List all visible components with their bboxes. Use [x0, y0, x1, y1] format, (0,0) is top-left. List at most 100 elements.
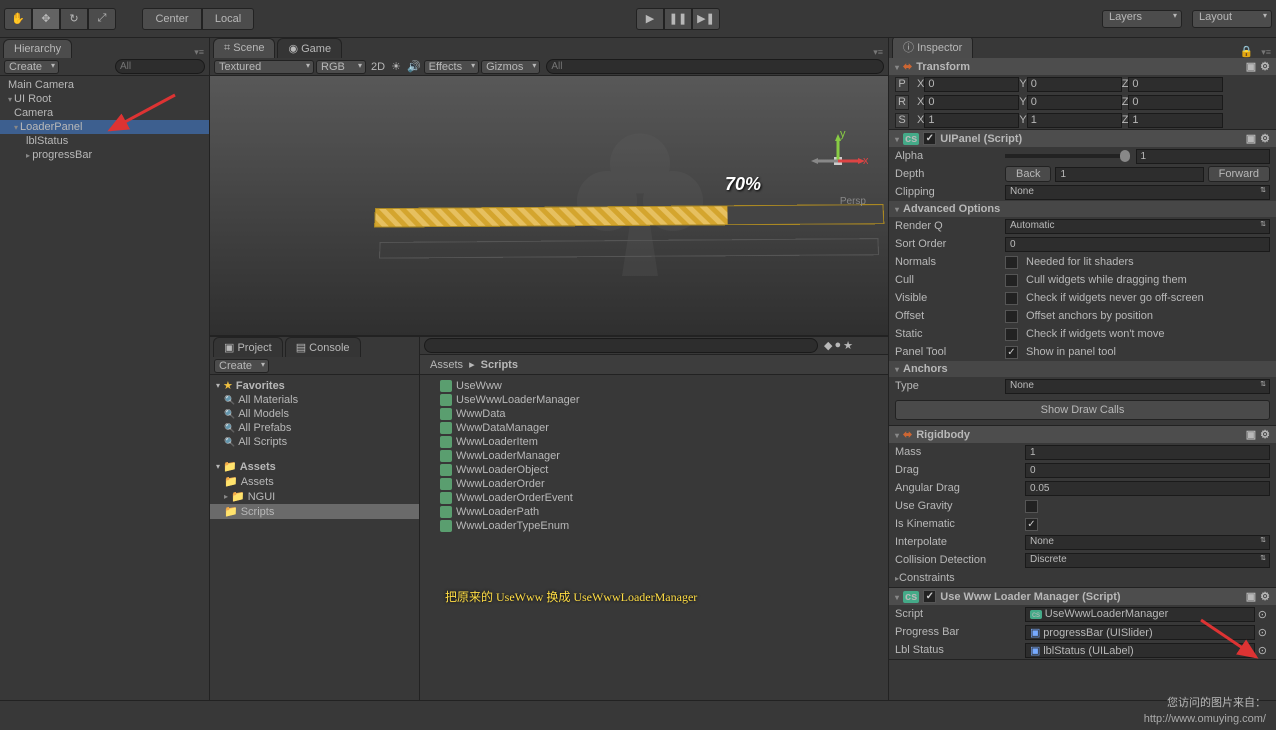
- hierarchy-item[interactable]: Camera: [0, 106, 209, 120]
- gravity-checkbox[interactable]: [1025, 500, 1038, 513]
- favorite-item[interactable]: 🔍All Scripts: [210, 435, 419, 449]
- console-tab[interactable]: ▤ Console: [285, 337, 361, 357]
- mass-field[interactable]: [1025, 445, 1270, 460]
- scale-tool[interactable]: ⤢: [88, 8, 116, 30]
- breadcrumb-current[interactable]: Scripts: [481, 359, 518, 371]
- scl-z[interactable]: [1128, 113, 1223, 128]
- help-icon[interactable]: ▣: [1246, 428, 1256, 441]
- angdrag-field[interactable]: [1025, 481, 1270, 496]
- advanced-header[interactable]: Advanced Options: [889, 201, 1276, 217]
- inspector-tab[interactable]: ⓘ Inspector: [892, 38, 973, 58]
- scl-y[interactable]: [1027, 113, 1122, 128]
- pos-x[interactable]: [924, 77, 1019, 92]
- panel-menu-icon[interactable]: ▾≡: [868, 47, 888, 58]
- scene-gizmo[interactable]: y x: [808, 131, 868, 191]
- asset-file[interactable]: WwwLoaderItem: [420, 435, 888, 449]
- scl-x[interactable]: [924, 113, 1019, 128]
- alpha-value[interactable]: [1136, 149, 1271, 164]
- play-button[interactable]: ▶: [636, 8, 664, 30]
- gear-icon[interactable]: ⚙: [1260, 590, 1270, 603]
- draw-mode-dropdown[interactable]: Textured: [214, 60, 314, 74]
- pos-y[interactable]: [1027, 77, 1122, 92]
- layers-dropdown[interactable]: Layers: [1102, 10, 1182, 28]
- pivot-local-toggle[interactable]: Local: [202, 8, 254, 30]
- hierarchy-item[interactable]: UI Root: [0, 92, 209, 106]
- object-picker-icon[interactable]: ⊙: [1255, 626, 1270, 639]
- hierarchy-item-selected[interactable]: LoaderPanel: [0, 120, 209, 134]
- hand-tool[interactable]: ✋: [4, 8, 32, 30]
- asset-file[interactable]: WwwLoaderPath: [420, 505, 888, 519]
- progressbar-ref[interactable]: ▣ progressBar (UISlider): [1025, 625, 1255, 640]
- assets-root[interactable]: ▾📁 Assets: [210, 459, 419, 474]
- lock-icon[interactable]: 🔒: [1237, 45, 1257, 58]
- kinematic-checkbox[interactable]: [1025, 518, 1038, 531]
- favorite-item[interactable]: 🔍All Prefabs: [210, 421, 419, 435]
- object-picker-icon[interactable]: ⊙: [1255, 608, 1270, 621]
- audio-toggle[interactable]: 🔊: [404, 60, 424, 73]
- normals-checkbox[interactable]: [1005, 256, 1018, 269]
- create-dropdown[interactable]: Create: [4, 60, 59, 74]
- pause-button[interactable]: ❚❚: [664, 8, 692, 30]
- uipanel-header[interactable]: csUIPanel (Script)▣⚙: [889, 130, 1276, 147]
- drawcalls-button[interactable]: Show Draw Calls: [895, 400, 1270, 420]
- script-component-header[interactable]: csUse Www Loader Manager (Script)▣⚙: [889, 588, 1276, 605]
- help-icon[interactable]: ▣: [1246, 60, 1256, 73]
- gear-icon[interactable]: ⚙: [1260, 132, 1270, 145]
- asset-file[interactable]: UseWwwLoaderManager: [420, 393, 888, 407]
- folder-item[interactable]: ▸📁NGUI: [210, 489, 419, 504]
- help-icon[interactable]: ▣: [1246, 590, 1256, 603]
- scene-tab[interactable]: ⌗ Scene: [213, 38, 275, 58]
- lblstatus-ref[interactable]: ▣ lblStatus (UILabel): [1025, 643, 1255, 658]
- asset-file[interactable]: WwwLoaderObject: [420, 463, 888, 477]
- project-create-dropdown[interactable]: Create: [214, 359, 269, 373]
- lighting-toggle[interactable]: ☀: [388, 60, 404, 73]
- offset-checkbox[interactable]: [1005, 310, 1018, 323]
- paneltool-checkbox[interactable]: [1005, 346, 1018, 359]
- sortorder-field[interactable]: [1005, 237, 1270, 252]
- panel-menu-icon[interactable]: ▾≡: [189, 47, 209, 58]
- folder-item[interactable]: 📁Assets: [210, 474, 419, 489]
- script-ref[interactable]: cs UseWwwLoaderManager: [1025, 607, 1255, 622]
- transform-header[interactable]: ⬌Transform▣⚙: [889, 58, 1276, 75]
- mode-2d-toggle[interactable]: 2D: [368, 61, 388, 73]
- layout-dropdown[interactable]: Layout: [1192, 10, 1272, 28]
- filter-icon[interactable]: ●: [834, 339, 841, 352]
- visible-checkbox[interactable]: [1005, 292, 1018, 305]
- panel-menu-icon[interactable]: ▾≡: [1256, 47, 1276, 58]
- depth-value[interactable]: [1055, 167, 1203, 182]
- move-tool[interactable]: ✥: [32, 8, 60, 30]
- filter-icon[interactable]: ◆: [824, 339, 832, 352]
- drag-field[interactable]: [1025, 463, 1270, 478]
- constraints-foldout[interactable]: Constraints: [899, 572, 955, 584]
- step-button[interactable]: ▶❚: [692, 8, 720, 30]
- gear-icon[interactable]: ⚙: [1260, 60, 1270, 73]
- scene-search[interactable]: [546, 59, 884, 74]
- project-search[interactable]: [424, 338, 818, 353]
- cull-checkbox[interactable]: [1005, 274, 1018, 287]
- alpha-slider[interactable]: [1005, 154, 1130, 158]
- anchors-header[interactable]: Anchors: [889, 361, 1276, 377]
- gizmos-dropdown[interactable]: Gizmos: [481, 60, 540, 74]
- favorite-item[interactable]: 🔍All Materials: [210, 393, 419, 407]
- static-checkbox[interactable]: [1005, 328, 1018, 341]
- projection-label[interactable]: Persp: [840, 196, 866, 207]
- object-picker-icon[interactable]: ⊙: [1255, 644, 1270, 657]
- depth-back-button[interactable]: Back: [1005, 166, 1051, 182]
- asset-file[interactable]: WwwData: [420, 407, 888, 421]
- asset-file[interactable]: WwwLoaderOrderEvent: [420, 491, 888, 505]
- hierarchy-item[interactable]: lblStatus: [0, 134, 209, 148]
- folder-item-selected[interactable]: 📁Scripts: [210, 504, 419, 519]
- rot-y[interactable]: [1027, 95, 1122, 110]
- gear-icon[interactable]: ⚙: [1260, 428, 1270, 441]
- filter-icon[interactable]: ★: [843, 339, 853, 352]
- depth-forward-button[interactable]: Forward: [1208, 166, 1270, 182]
- hierarchy-search[interactable]: [115, 59, 205, 74]
- rigidbody-header[interactable]: ⬌Rigidbody▣⚙: [889, 426, 1276, 443]
- hierarchy-tab[interactable]: Hierarchy: [3, 39, 72, 58]
- asset-file[interactable]: WwwLoaderTypeEnum: [420, 519, 888, 533]
- help-icon[interactable]: ▣: [1246, 132, 1256, 145]
- anchor-type-dropdown[interactable]: None: [1005, 379, 1270, 394]
- rotate-tool[interactable]: ↻: [60, 8, 88, 30]
- scene-viewport[interactable]: 70% y x Persp: [210, 76, 888, 335]
- asset-file[interactable]: UseWww: [420, 379, 888, 393]
